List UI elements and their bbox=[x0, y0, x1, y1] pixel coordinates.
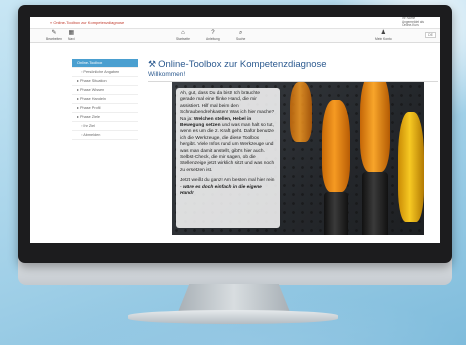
sidebar-item-label: Phase Ziele bbox=[79, 115, 101, 119]
help-button[interactable]: ? Anleitung bbox=[206, 30, 220, 41]
page-title: ⚒ Online-Toolbox zur Kompetenzdiagnose bbox=[148, 59, 438, 70]
speech-text: und was man halt so tut, wenn es um die … bbox=[180, 123, 275, 173]
toolbar-label: Startseite bbox=[176, 37, 190, 41]
screwdriver-grip bbox=[324, 192, 348, 235]
user-line: Online-Kurs bbox=[402, 23, 419, 28]
grid-icon: ▦ bbox=[68, 30, 75, 36]
page-title-text: Online-Toolbox zur Kompetenzdiagnose bbox=[158, 59, 327, 70]
sidebar-item-phase-ziele[interactable]: ▸ Phase Ziele bbox=[72, 113, 138, 122]
sidebar: Online-Toolbox ▫ Persönliche Angaben ▸ P… bbox=[72, 59, 138, 140]
sidebar-item-label: Phase Profil bbox=[79, 106, 101, 110]
navi-button[interactable]: ▦ Navi bbox=[68, 30, 75, 41]
toolbar-label: Anleitung bbox=[206, 37, 220, 41]
top-bar: « Online-Toolbox zur Kompetenzdiagnose I… bbox=[30, 17, 440, 29]
screwdriver-handle bbox=[360, 82, 390, 172]
edit-icon: ✎ bbox=[51, 30, 57, 36]
search-button[interactable]: ⌕ Suche bbox=[236, 30, 245, 41]
language-select[interactable]: DE bbox=[425, 32, 436, 38]
screwdriver-grip bbox=[362, 172, 388, 235]
monitor-base bbox=[128, 310, 338, 324]
user-icon: ♟ bbox=[380, 30, 387, 36]
toolbar-label: Bearbeiten bbox=[46, 37, 62, 41]
speech-paragraph: Jetzt weißt du ganz! Am besten mal hier … bbox=[180, 178, 276, 197]
screwdriver-handle bbox=[290, 82, 312, 142]
sidebar-item-label: Persönliche Angaben bbox=[83, 70, 120, 74]
account-button[interactable]: ♟ Mein Konto bbox=[375, 30, 392, 41]
sidebar-item-phase-situation[interactable]: ▸ Phase Situation bbox=[72, 77, 138, 86]
toolbar-label: Mein Konto bbox=[375, 37, 392, 41]
sidebar-item-label: Ihr Ziel bbox=[83, 124, 96, 128]
edit-button[interactable]: ✎ Bearbeiten bbox=[46, 30, 62, 41]
screwdriver-handle bbox=[322, 100, 350, 192]
page-subtitle: Willkommen! bbox=[148, 71, 438, 82]
sidebar-item-label: Phase Handeln bbox=[79, 97, 106, 101]
monitor-neck bbox=[178, 284, 290, 312]
sidebar-item-label: Abmelden bbox=[83, 133, 101, 137]
help-icon: ? bbox=[211, 30, 215, 36]
toolbar: ✎ Bearbeiten ▦ Navi ⌂ Startseite ? Anlei… bbox=[30, 29, 440, 43]
speech-paragraph: Ah, gut, dass Du da bist! Ich bräuchte g… bbox=[180, 91, 276, 174]
home-button[interactable]: ⌂ Startseite bbox=[176, 30, 190, 41]
sidebar-item-label: Phase Situation bbox=[79, 79, 107, 83]
sidebar-item-phase-profil[interactable]: ▸ Phase Profil bbox=[72, 104, 138, 113]
main-content: ⚒ Online-Toolbox zur Kompetenzdiagnose Wi… bbox=[148, 59, 438, 82]
sidebar-item-phase-handeln[interactable]: ▸ Phase Handeln bbox=[72, 95, 138, 104]
sidebar-item-phase-wissen[interactable]: ▸ Phase Wissen bbox=[72, 86, 138, 95]
user-info: Ihr Name Angemeldet als Online-Kurs bbox=[402, 17, 424, 28]
breadcrumb[interactable]: « Online-Toolbox zur Kompetenzdiagnose bbox=[50, 20, 124, 25]
sidebar-item-ihr-ziel[interactable]: ▫ Ihr Ziel bbox=[72, 122, 138, 131]
sidebar-item-label: Online-Toolbox bbox=[77, 61, 103, 65]
speech-bubble: Ah, gut, dass Du da bist! Ich bräuchte g… bbox=[176, 88, 280, 228]
home-icon: ⌂ bbox=[181, 30, 185, 36]
screwdriver-handle bbox=[398, 112, 424, 222]
toolbar-label: Suche bbox=[236, 37, 246, 41]
sidebar-item-abmelden[interactable]: ▫ Abmelden bbox=[72, 131, 138, 140]
toolbar-label: Navi bbox=[68, 37, 75, 41]
sidebar-item-online-toolbox[interactable]: Online-Toolbox bbox=[72, 59, 138, 68]
speech-italic-text: wäre es doch einfach in die eigene Hand! bbox=[180, 184, 262, 197]
sidebar-item-personal-data[interactable]: ▫ Persönliche Angaben bbox=[72, 68, 138, 77]
sidebar-item-label: Phase Wissen bbox=[79, 88, 105, 92]
search-icon: ⌕ bbox=[238, 30, 243, 36]
toolbox-icon: ⚒ bbox=[148, 59, 157, 69]
